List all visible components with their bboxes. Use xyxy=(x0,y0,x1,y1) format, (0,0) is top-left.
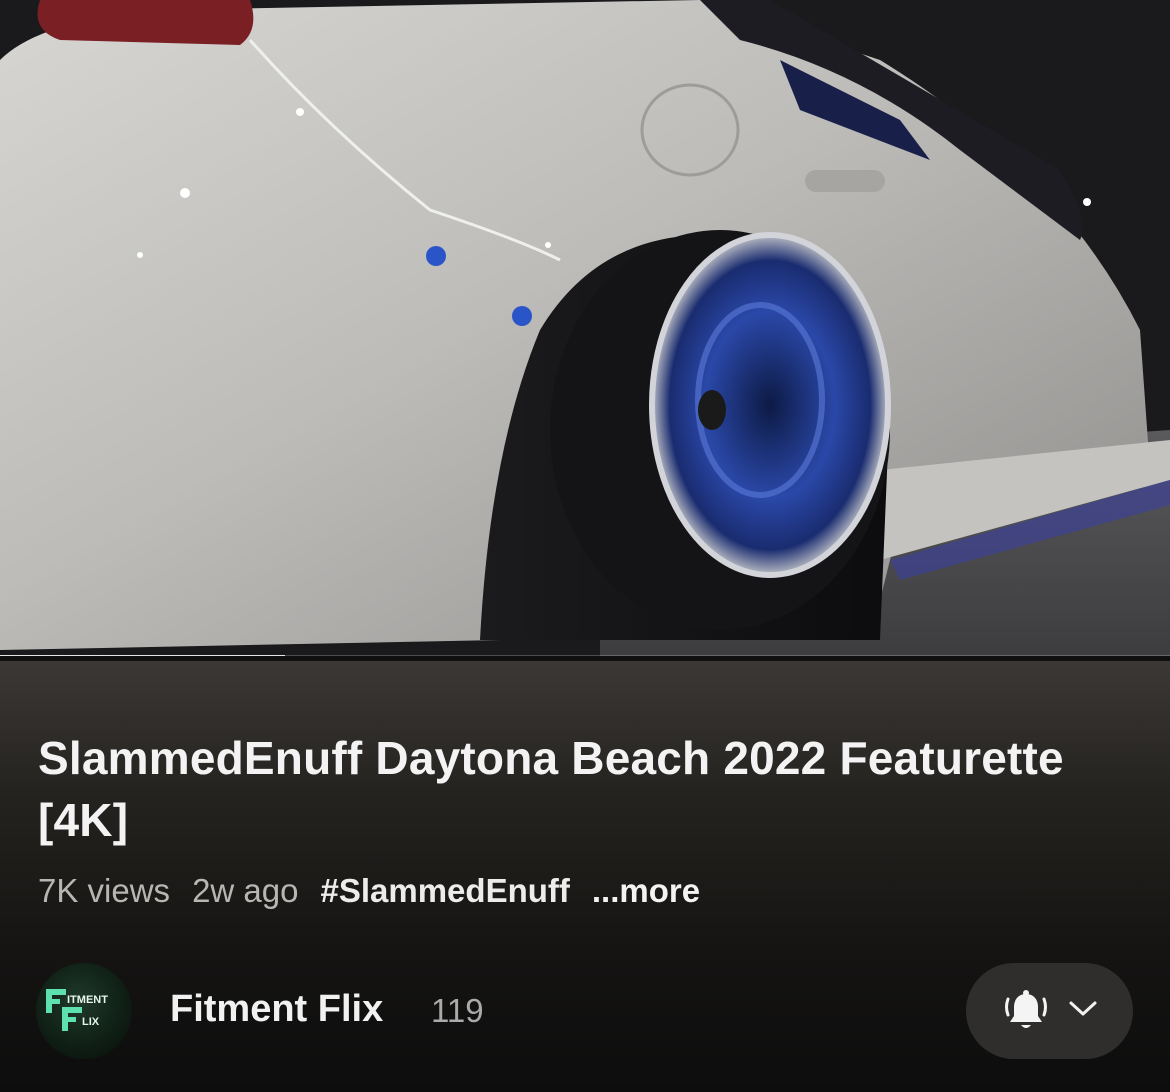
channel-avatar[interactable]: ITMENT LIX xyxy=(36,963,132,1059)
video-player[interactable] xyxy=(0,0,1170,656)
video-progress-fill xyxy=(0,655,286,656)
video-frame-image xyxy=(0,0,1170,656)
upload-age: 2w ago xyxy=(192,872,299,909)
avatar-text-top: ITMENT xyxy=(67,994,108,1006)
channel-row: ITMENT LIX Fitment Flix 119 xyxy=(0,962,1170,1059)
notification-subscribe-button[interactable] xyxy=(966,963,1133,1059)
avatar-text-bottom: LIX xyxy=(82,1016,100,1028)
video-progress-bar[interactable] xyxy=(0,655,1170,656)
fitment-flix-logo-icon: ITMENT LIX xyxy=(46,989,108,1031)
video-metadata[interactable]: 7K views 2w ago #SlammedEnuff ...more xyxy=(38,869,700,913)
channel-name[interactable]: Fitment Flix xyxy=(170,988,383,1031)
video-title[interactable]: SlammedEnuff Daytona Beach 2022 Featuret… xyxy=(38,727,1118,851)
video-info-panel: SlammedEnuff Daytona Beach 2022 Featuret… xyxy=(0,661,1170,1092)
view-count: 7K views xyxy=(38,872,171,909)
subscriber-count: 119 xyxy=(431,992,484,1029)
hashtag-link[interactable]: #SlammedEnuff xyxy=(320,872,569,910)
more-button[interactable]: ...more xyxy=(592,872,700,910)
chevron-down-icon xyxy=(1069,1001,1097,1016)
bell-ringing-icon xyxy=(1005,990,1047,1028)
